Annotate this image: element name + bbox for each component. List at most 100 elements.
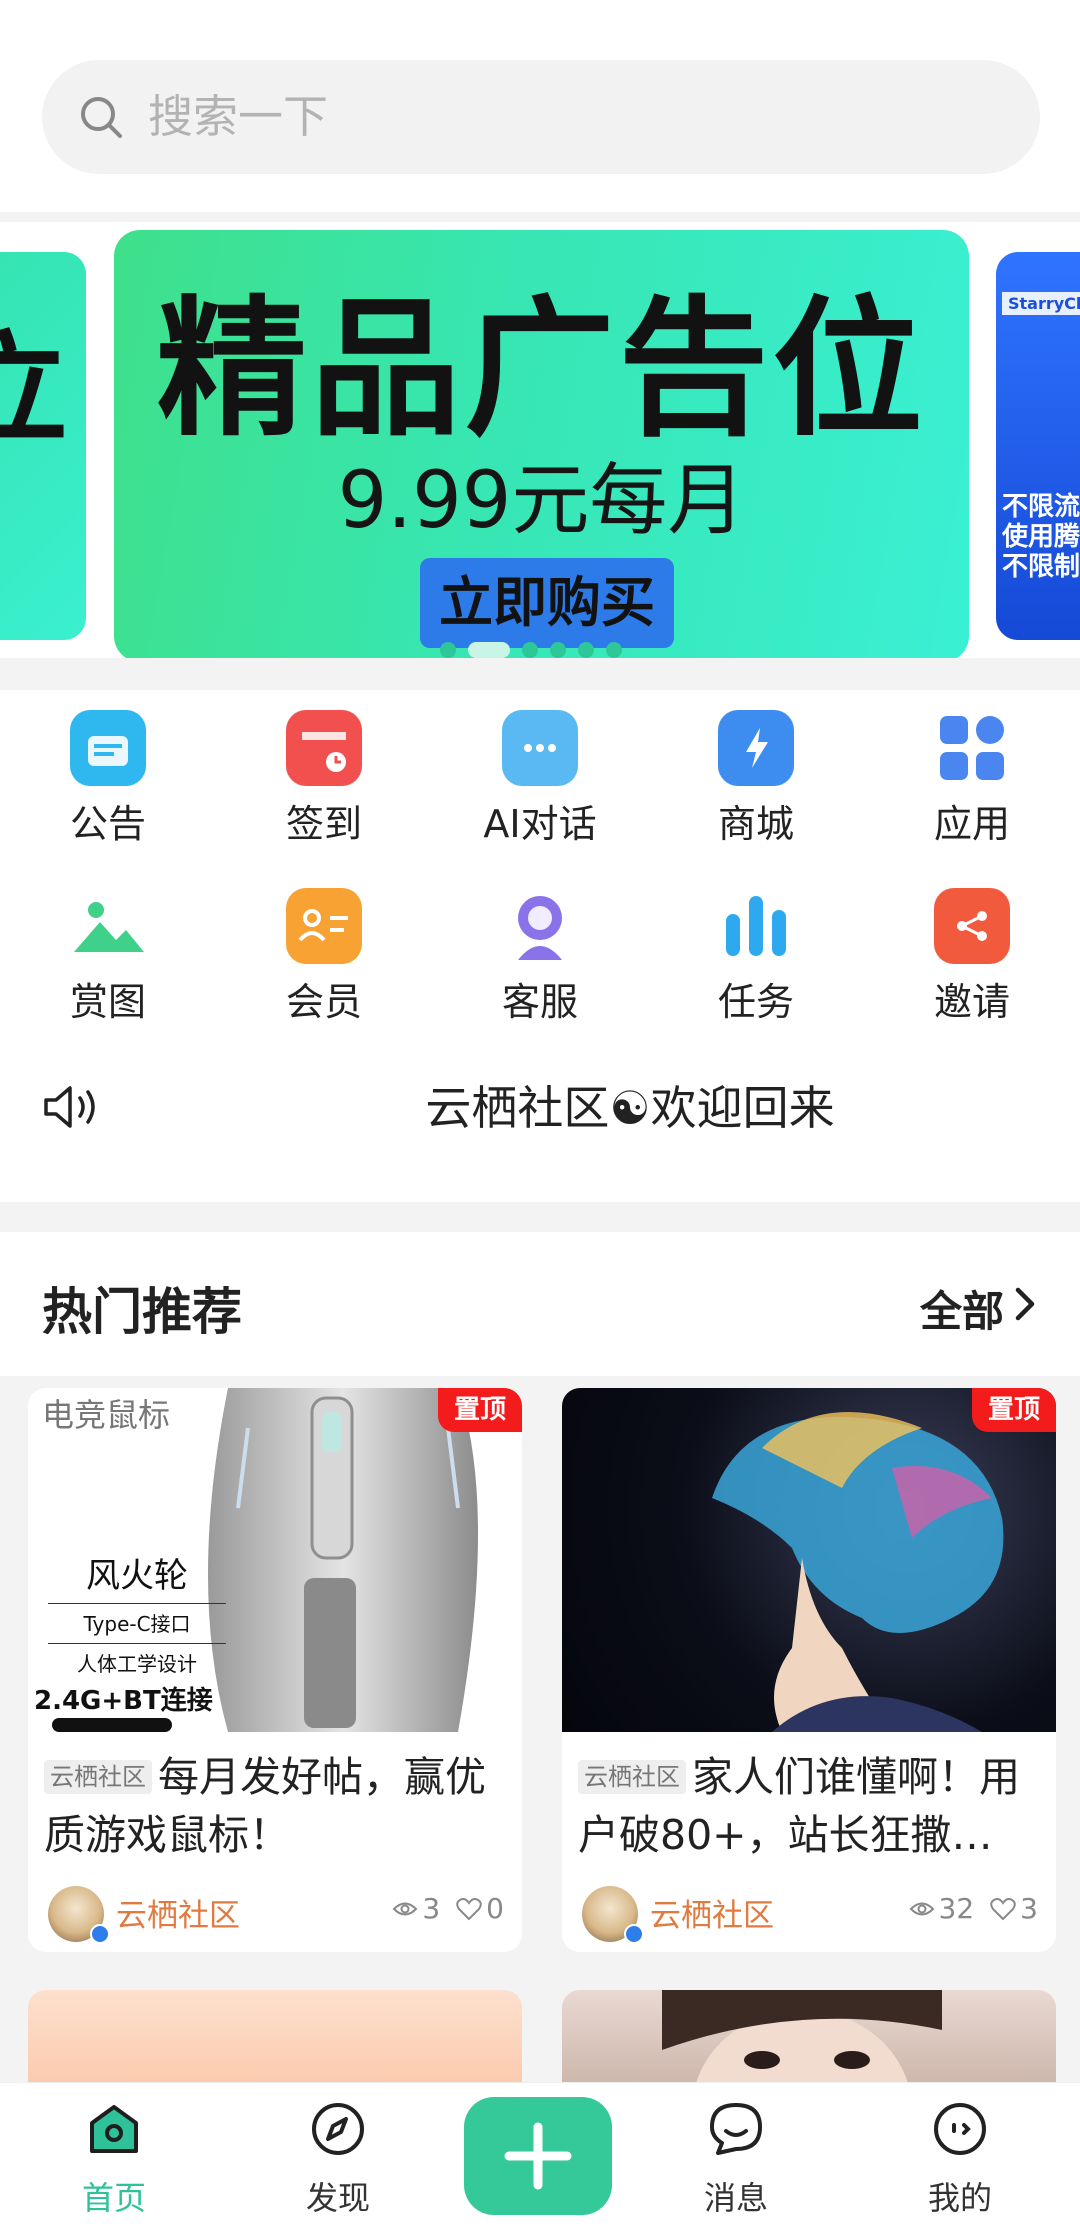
pinned-badge: 置顶 [972, 1388, 1056, 1432]
banner-buy-button[interactable]: 立即购买 [420, 558, 674, 648]
profile-face-icon [934, 2103, 986, 2155]
tab-label: 我的 [927, 2179, 992, 2217]
grid-item-mall[interactable]: 商城 [648, 710, 864, 848]
author-name[interactable]: 云栖社区 [650, 1890, 774, 1935]
notice-text: 云栖社区☯欢迎回来 [425, 1081, 835, 1135]
post-stats: 3 0 [392, 1892, 504, 1925]
tab-label: 消息 [703, 2179, 768, 2217]
art-portrait-image [712, 1412, 1004, 1732]
grid-item-gallery[interactable]: 赏图 [0, 888, 216, 1026]
carousel-indicator [440, 642, 622, 658]
message-icon [710, 2103, 762, 2155]
search-bar[interactable]: 搜索一下 [42, 60, 1040, 174]
grid-item-checkin[interactable]: 签到 [216, 710, 432, 848]
grid-label: 商城 [717, 802, 794, 846]
likes-count: 3 [1020, 1892, 1038, 1925]
verified-badge-icon [624, 1924, 644, 1944]
post-stats: 32 3 [909, 1892, 1038, 1925]
carousel-dot[interactable] [522, 642, 538, 658]
likes-stat[interactable]: 3 [990, 1892, 1038, 1925]
notice-bar[interactable]: 云栖社区☯欢迎回来 [0, 1056, 1080, 1156]
tab-label: 首页 [81, 2179, 146, 2217]
post-cover-image: 置顶 [562, 1388, 1056, 1732]
likes-stat[interactable]: 0 [456, 1892, 504, 1925]
banner-next-line: 不限流 [1002, 492, 1080, 522]
grid-label: 会员 [285, 980, 362, 1024]
post-card[interactable]: 电竞鼠标 风火轮 Type-C接口 人体工学设计 2.4G+BT连接 置顶 云栖… [28, 1388, 522, 1952]
post-meta: 云栖社区 32 3 [562, 1868, 1056, 1952]
eye-icon [909, 1902, 934, 1915]
member-card-icon [286, 888, 362, 964]
post-card[interactable]: 置顶 云栖社区 家人们谁懂啊！用户破80+，站长狂撒… 云栖社区 32 3 [562, 1388, 1056, 1952]
grid-label: 应用 [933, 802, 1010, 846]
tab-label: 发现 [305, 2179, 370, 2217]
verified-badge-icon [90, 1924, 110, 1944]
carousel-dot-active[interactable] [468, 642, 510, 658]
grid-item-apps[interactable]: 应用 [864, 710, 1080, 848]
create-post-button[interactable] [464, 2097, 612, 2215]
search-section: 搜索一下 [0, 0, 1080, 212]
carousel-dot[interactable] [440, 642, 456, 658]
community-tag: 云栖社区 [44, 1760, 152, 1794]
chat-bubble-icon [502, 710, 578, 786]
banner-main-slide[interactable]: 精品广告位 9.99元每月 立即购买 [114, 230, 969, 658]
search-icon [81, 97, 122, 138]
image-feature: Type-C接口 [48, 1603, 226, 1637]
banner-carousel[interactable]: 立 精品广告位 9.99元每月 立即购买 StarryCl 不限流 使用腾 不限… [0, 222, 1080, 658]
views-stat: 3 [392, 1892, 440, 1925]
views-stat: 32 [909, 1892, 975, 1925]
banner-next-line: 不限制 [1002, 552, 1080, 582]
grid-label: 客服 [501, 980, 578, 1024]
grid-label: 任务 [717, 980, 794, 1024]
banner-next-lines: 不限流 使用腾 不限制 [1002, 492, 1080, 582]
grid-item-customer-service[interactable]: 客服 [432, 888, 648, 1026]
customer-service-icon [502, 888, 578, 964]
hot-section-header: 热门推荐 全部 [0, 1232, 1080, 1376]
banner-next-slide[interactable]: StarryCl 不限流 使用腾 不限制 [996, 252, 1080, 640]
tab-discover[interactable]: 发现 [258, 2099, 418, 2219]
grid-item-ai-chat[interactable]: AI对话 [432, 710, 648, 848]
carousel-dot[interactable] [578, 642, 594, 658]
carousel-dot[interactable] [606, 642, 622, 658]
apps-icon [934, 710, 1010, 786]
heart-icon [990, 1897, 1016, 1920]
grid-label: AI对话 [483, 802, 597, 846]
search-placeholder: 搜索一下 [148, 90, 329, 143]
post-meta: 云栖社区 3 0 [28, 1868, 522, 1952]
grid-item-announcement[interactable]: 公告 [0, 710, 216, 848]
tab-home[interactable]: 首页 [34, 2099, 194, 2219]
grid-label: 赏图 [69, 980, 146, 1024]
compass-icon [312, 2103, 364, 2155]
post-cover-image: 电竞鼠标 风火轮 Type-C接口 人体工学设计 2.4G+BT连接 置顶 [28, 1388, 522, 1732]
calendar-checkin-icon [286, 710, 362, 786]
view-all-link[interactable]: 全部 [920, 1278, 1004, 1339]
image-feature: 人体工学设计 [48, 1643, 226, 1677]
chevron-right-icon[interactable] [1014, 1286, 1038, 1322]
banner-next-brand: StarryCl [1002, 292, 1080, 315]
carousel-dot[interactable] [550, 642, 566, 658]
banner-next-line: 使用腾 [1002, 522, 1080, 552]
tab-profile[interactable]: 我的 [880, 2099, 1040, 2219]
post-title: 云栖社区 家人们谁懂啊！用户破80+，站长狂撒… [562, 1732, 1056, 1868]
tab-messages[interactable]: 消息 [656, 2099, 816, 2219]
banner-price: 9.99元每月 [337, 456, 746, 546]
likes-count: 0 [486, 1892, 504, 1925]
grid-label: 邀请 [933, 980, 1010, 1024]
grid-item-member[interactable]: 会员 [216, 888, 432, 1026]
section-title: 热门推荐 [42, 1283, 242, 1341]
author-name[interactable]: 云栖社区 [116, 1890, 240, 1935]
pinned-badge: 置顶 [438, 1388, 522, 1432]
image-product-name: 风火轮 [86, 1556, 188, 1596]
image-category-text: 电竞鼠标 [42, 1396, 171, 1434]
grid-item-invite[interactable]: 邀请 [864, 888, 1080, 1026]
post-title: 云栖社区 每月发好帖，赢优质游戏鼠标！ [28, 1732, 522, 1868]
share-icon [934, 888, 1010, 964]
image-feature-list: 风火轮 Type-C接口 人体工学设计 [48, 1548, 226, 1677]
grid-item-tasks[interactable]: 任务 [648, 888, 864, 1026]
banner-prev-slide[interactable]: 立 [0, 252, 86, 640]
views-count: 32 [938, 1892, 975, 1925]
banner-prev-text: 立 [0, 321, 68, 460]
eye-icon [392, 1902, 418, 1915]
heart-icon [456, 1897, 482, 1920]
image-feature-bold: 2.4G+BT连接 [34, 1686, 213, 1716]
